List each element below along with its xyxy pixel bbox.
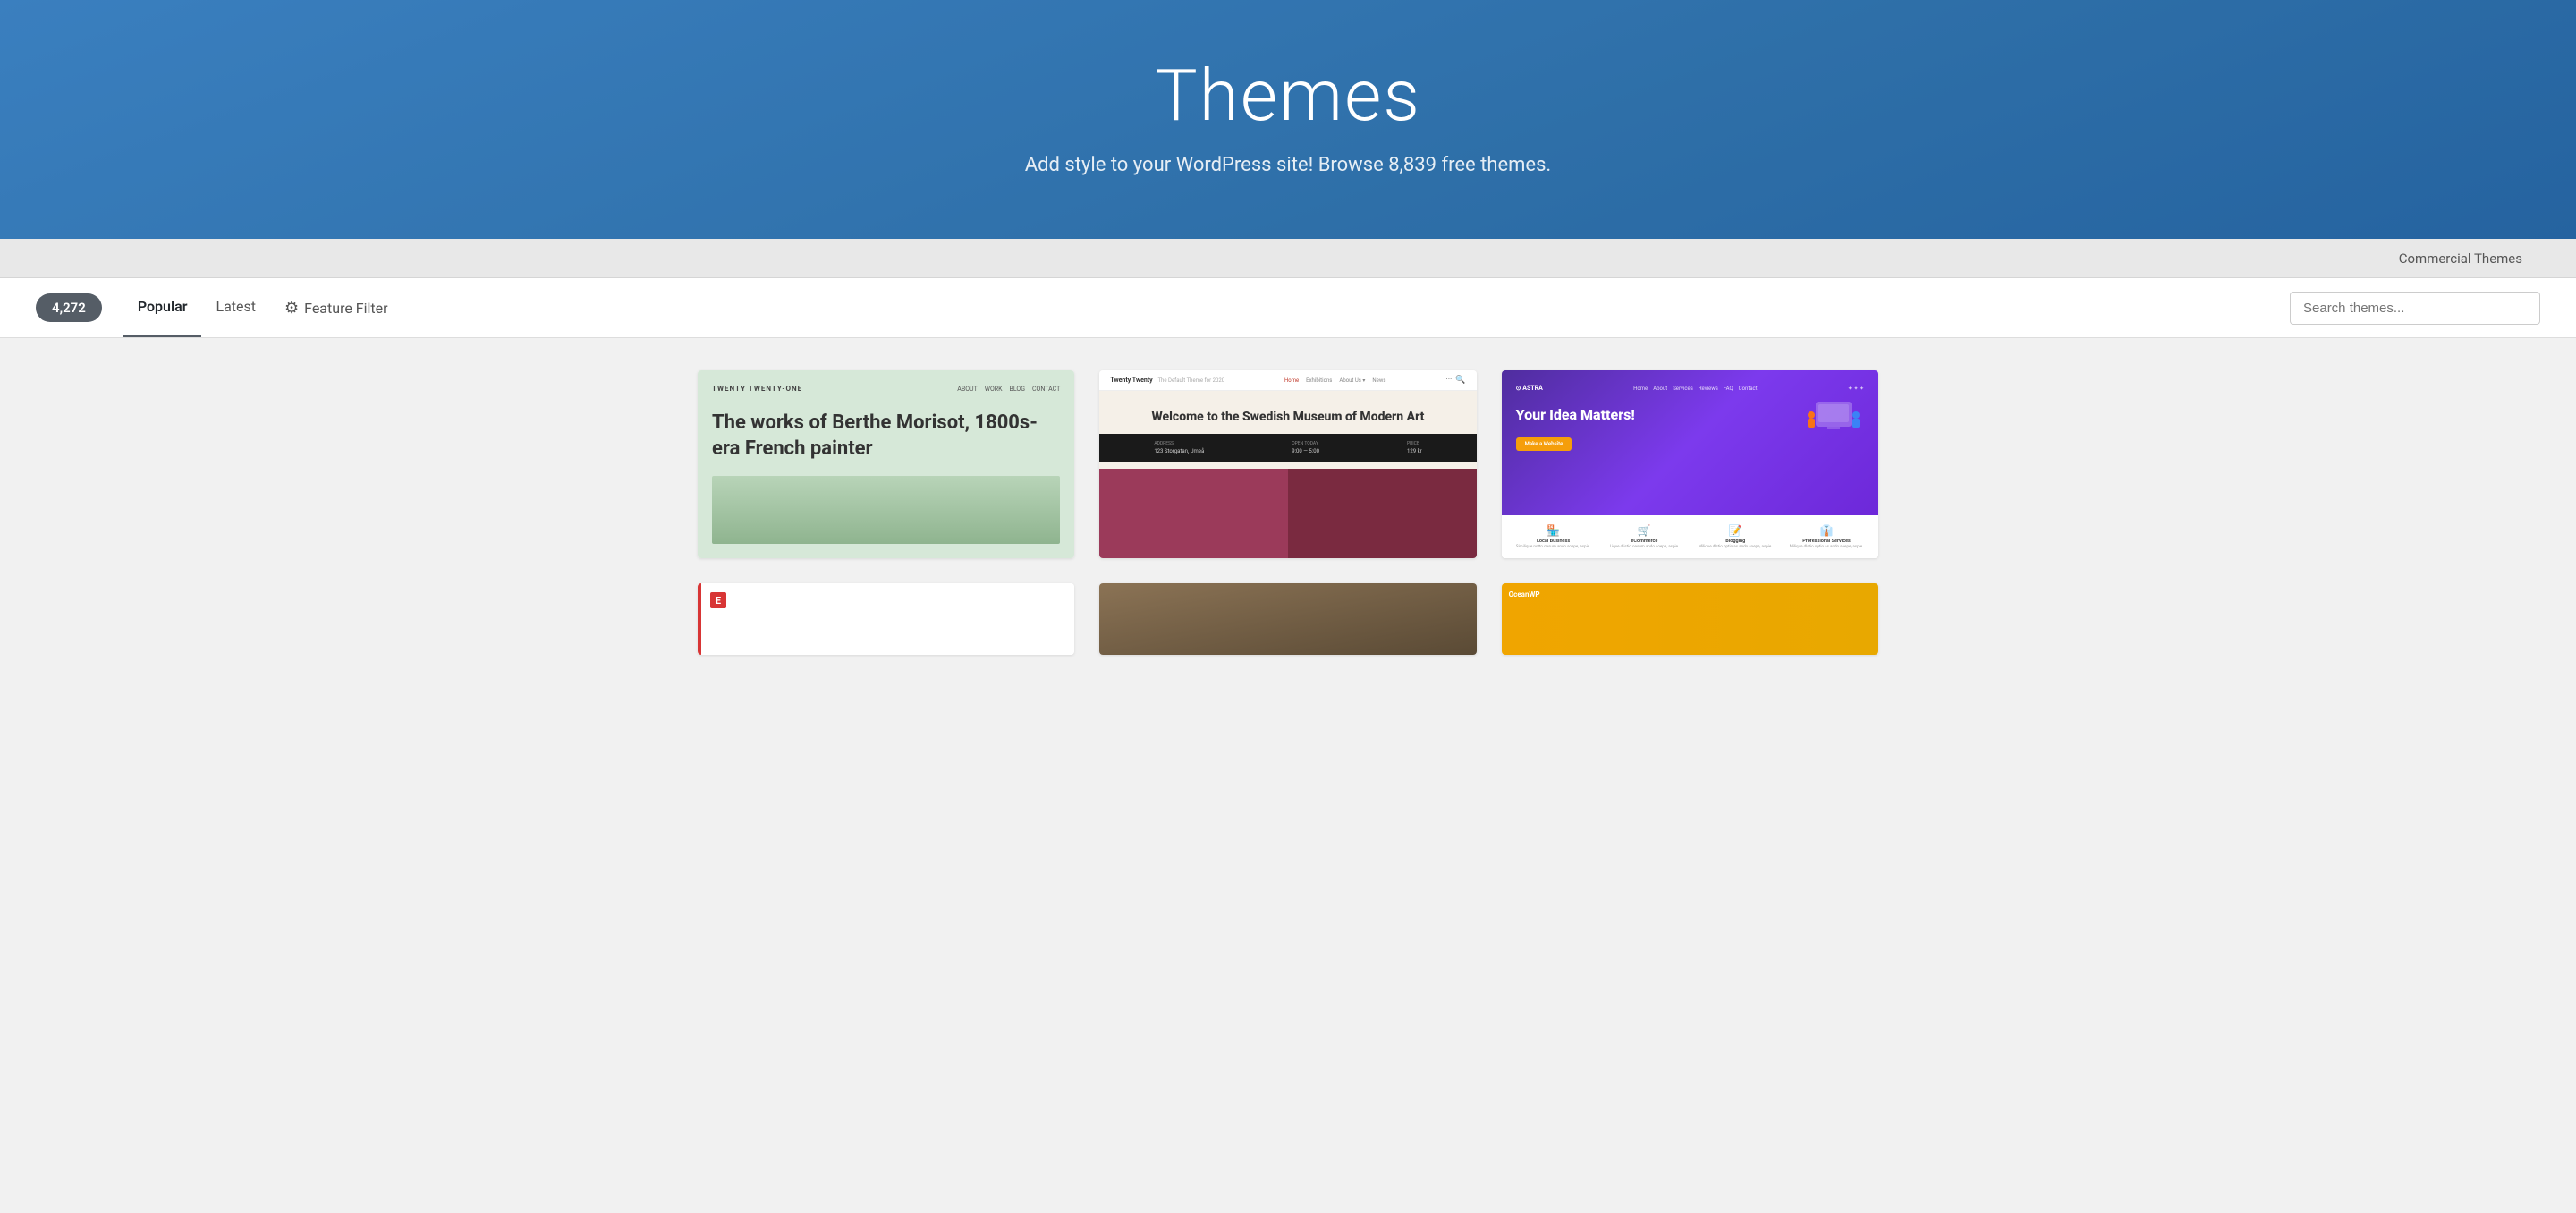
search-input[interactable] xyxy=(2290,292,2540,325)
themes-grid: TWENTY TWENTY-ONE ABOUT WORK BLOG CONTAC… xyxy=(644,338,1932,687)
astra-nav-links: Home About Services Reviews FAQ Contact xyxy=(1633,386,1758,392)
tt-nav-links: Home Exhibitions About Us ▾ News xyxy=(1284,377,1385,384)
tt1-nav: TWENTY TWENTY-ONE ABOUT WORK BLOG CONTAC… xyxy=(712,385,1060,393)
ellipsis-icon: ··· xyxy=(1445,376,1452,385)
theme-count-badge: 4,272 xyxy=(36,293,102,322)
feature-filter-label: Feature Filter xyxy=(304,300,387,317)
tt-header-icons: ··· 🔍 xyxy=(1445,376,1465,385)
theme-card-twenty-twenty[interactable]: Twenty Twenty The Default Theme for 2020… xyxy=(1099,370,1476,558)
tt1-headline: The works of Berthe Morisot, 1800s-era F… xyxy=(712,411,1060,462)
tt1-brand: TWENTY TWENTY-ONE xyxy=(712,385,802,393)
page-title: Themes xyxy=(18,54,2558,138)
ecommerce-icon: 🛒 xyxy=(1601,524,1687,537)
theme-preview-ocean: OceanWP xyxy=(1502,583,1878,655)
astra-features: 🏪 Local Business Similique notto oasum a… xyxy=(1502,515,1878,558)
tab-popular[interactable]: Popular xyxy=(123,278,202,337)
search-icon: 🔍 xyxy=(1455,376,1465,385)
theme-preview-tt1: TWENTY TWENTY-ONE ABOUT WORK BLOG CONTAC… xyxy=(698,370,1074,558)
tt-info-bar: ADDRESS 123 Storgatan, Umeå OPEN TODAY 9… xyxy=(1099,434,1476,462)
professional-icon: 👔 xyxy=(1784,524,1869,537)
theme-preview-tt: Twenty Twenty The Default Theme for 2020… xyxy=(1099,370,1476,558)
theme-card-twenty-twenty-one[interactable]: TWENTY TWENTY-ONE ABOUT WORK BLOG CONTAC… xyxy=(698,370,1074,558)
theme-card-elementor[interactable]: E xyxy=(698,583,1074,655)
tt-brand: Twenty Twenty The Default Theme for 2020 xyxy=(1110,377,1224,384)
hero-section: Themes Add style to your WordPress site!… xyxy=(0,0,2576,239)
tt1-nav-links: ABOUT WORK BLOG CONTACT xyxy=(957,386,1060,393)
tt-hero-headline: Welcome to the Swedish Museum of Modern … xyxy=(1114,409,1462,425)
commercial-themes-link[interactable]: Commercial Themes xyxy=(2399,250,2522,267)
theme-card-ocean[interactable]: OceanWP xyxy=(1502,583,1878,655)
elementor-icon: E xyxy=(710,592,726,608)
tt-gallery xyxy=(1099,469,1476,558)
theme-card-astra[interactable]: ⊙ ASTRA Home About Services Reviews FAQ … xyxy=(1502,370,1878,558)
commercial-bar: Commercial Themes xyxy=(0,239,2576,278)
gear-icon: ⚙ xyxy=(284,299,299,318)
filter-bar: 4,272 Popular Latest ⚙ Feature Filter xyxy=(0,278,2576,338)
ocean-brand: OceanWP xyxy=(1509,590,1540,598)
hero-subtitle: Add style to your WordPress site! Browse… xyxy=(18,154,2558,176)
astra-brand: ⊙ ASTRA xyxy=(1516,385,1543,392)
theme-preview-astra: ⊙ ASTRA Home About Services Reviews FAQ … xyxy=(1502,370,1878,558)
tt1-image xyxy=(712,476,1060,544)
theme-card-photo[interactable] xyxy=(1099,583,1476,655)
tt-hero-text: Welcome to the Swedish Museum of Modern … xyxy=(1099,391,1476,434)
theme-preview-elementor: E xyxy=(698,583,1074,655)
astra-illustration xyxy=(1798,379,1869,451)
feature-filter-button[interactable]: ⚙ Feature Filter xyxy=(270,279,402,337)
astra-hero: ⊙ ASTRA Home About Services Reviews FAQ … xyxy=(1502,370,1878,515)
blogging-icon: 📝 xyxy=(1692,524,1778,537)
tt-header: Twenty Twenty The Default Theme for 2020… xyxy=(1099,370,1476,391)
theme-preview-photo xyxy=(1099,583,1476,655)
tab-latest[interactable]: Latest xyxy=(201,278,270,337)
local-business-icon: 🏪 xyxy=(1511,524,1597,537)
astra-cta: Make a Website xyxy=(1516,437,1572,451)
